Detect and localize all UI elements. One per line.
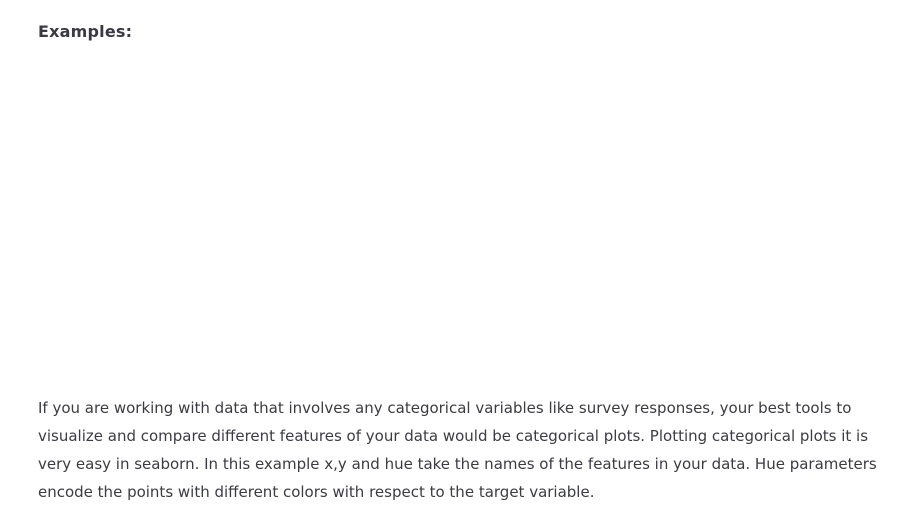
body-paragraph: If you are working with data that involv… [38,399,877,501]
example-image-placeholder [38,60,868,380]
section-heading: Examples: [38,22,133,41]
